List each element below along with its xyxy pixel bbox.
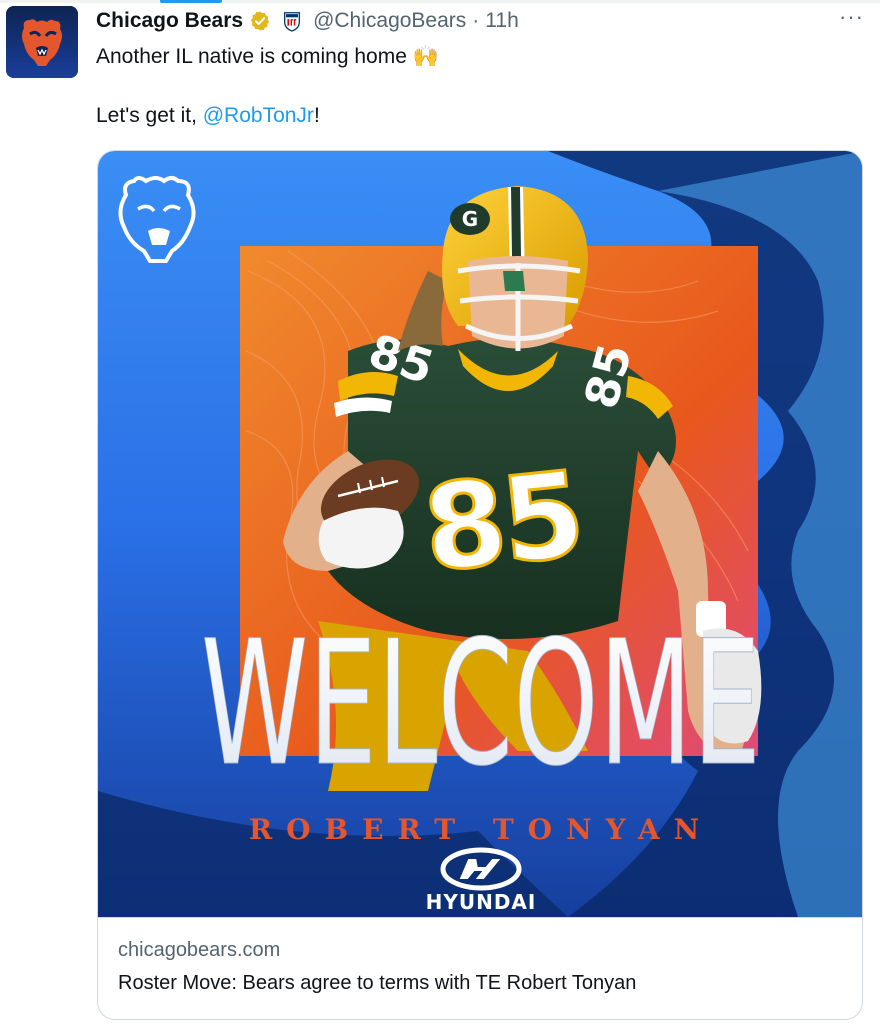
avatar[interactable] — [6, 6, 78, 78]
tweet-body: Another IL native is coming home 🙌 Let's… — [96, 42, 856, 131]
link-card[interactable]: 85 85 85 G WELCOME ROBERT TONYAN HYUNDAI… — [97, 150, 863, 1020]
timestamp[interactable]: 11h — [485, 9, 518, 33]
active-tab-indicator — [160, 0, 222, 3]
tweet-line-2-prefix: Let's get it, — [96, 104, 203, 127]
card-meta[interactable]: chicagobears.com Roster Move: Bears agre… — [98, 917, 862, 1019]
tweet-header: Chicago Bears @ChicagoBears · 11h — [96, 4, 519, 38]
chest-number: 85 — [417, 445, 587, 599]
display-name[interactable]: Chicago Bears — [96, 9, 243, 33]
tweet-line-2: Let's get it, @RobTonJr! — [96, 101, 856, 131]
separator: · — [472, 9, 480, 32]
top-divider — [0, 0, 880, 3]
sponsor-wordmark: HYUNDAI — [426, 890, 537, 914]
verified-badge-icon — [250, 11, 270, 31]
bear-head-logo-icon — [6, 6, 78, 78]
mention-link[interactable]: @RobTonJr — [203, 104, 314, 127]
welcome-text: WELCOME — [201, 603, 761, 804]
welcome-graphic: 85 85 85 G WELCOME ROBERT TONYAN HYUNDAI — [98, 151, 862, 917]
card-title: Roster Move: Bears agree to terms with T… — [118, 972, 637, 994]
tweet-line-1: Another IL native is coming home 🙌 — [96, 45, 439, 68]
handle[interactable]: @ChicagoBears — [313, 9, 466, 33]
card-image[interactable]: 85 85 85 G WELCOME ROBERT TONYAN HYUNDAI — [98, 151, 862, 917]
card-domain: chicagobears.com — [118, 939, 281, 961]
nfl-shield-icon — [284, 12, 301, 32]
player-name: ROBERT TONYAN — [249, 813, 713, 846]
helmet-logo-letter: G — [462, 207, 478, 231]
tweet-line-2-suffix: ! — [313, 104, 320, 127]
more-options-icon[interactable]: ··· — [839, 4, 864, 30]
